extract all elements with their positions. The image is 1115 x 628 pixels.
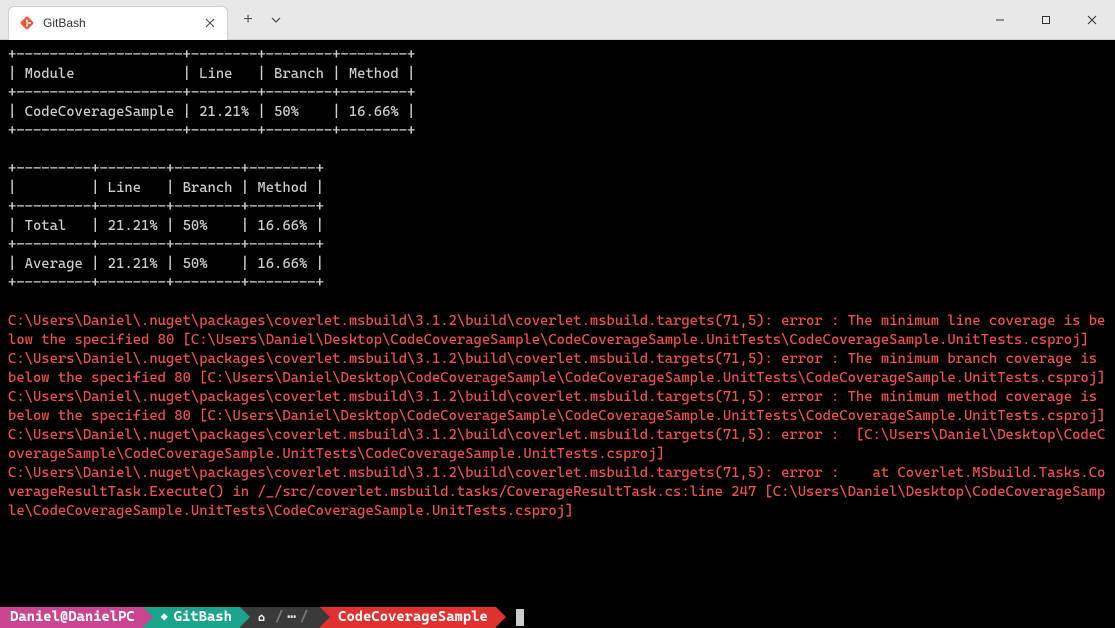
prompt-cwd: CodeCoverageSample	[320, 607, 496, 628]
prompt-user-host: Daniel@DanielPC	[0, 607, 143, 628]
error-line: C:\Users\Daniel\.nuget\packages\coverlet…	[8, 313, 1105, 348]
diamond-icon: ◆	[161, 608, 168, 627]
cursor	[516, 609, 524, 626]
error-line: C:\Users\Daniel\.nuget\packages\coverlet…	[8, 465, 1105, 519]
home-icon: ⌂	[258, 608, 265, 627]
terminal-output[interactable]: +--------------------+--------+--------+…	[0, 40, 1115, 628]
tab-dropdown-button[interactable]	[264, 6, 288, 34]
maximize-button[interactable]	[1023, 0, 1069, 40]
prompt-shell: ◆GitBash	[143, 607, 240, 628]
new-tab-button[interactable]: +	[234, 6, 262, 34]
title-bar: GitBash +	[0, 0, 1115, 40]
minimize-button[interactable]	[977, 0, 1023, 40]
tab-close-button[interactable]	[201, 13, 219, 33]
error-line: C:\Users\Daniel\.nuget\packages\coverlet…	[8, 427, 1105, 462]
coverage-table-module: +--------------------+--------+--------+…	[8, 47, 415, 139]
window-controls	[977, 0, 1115, 40]
git-icon	[19, 15, 35, 31]
coverage-table-summary: +---------+--------+--------+--------+ |…	[8, 161, 324, 291]
close-window-button[interactable]	[1069, 0, 1115, 40]
error-line: C:\Users\Daniel\.nuget\packages\coverlet…	[8, 389, 1105, 424]
error-line: C:\Users\Daniel\.nuget\packages\coverlet…	[8, 351, 1105, 386]
tab-gitbash[interactable]: GitBash	[8, 6, 228, 40]
tab-title: GitBash	[43, 16, 193, 30]
prompt-bar[interactable]: Daniel@DanielPC ◆GitBash ⌂/⋯/ CodeCovera…	[0, 607, 1115, 628]
prompt-path: ⌂/⋯/	[240, 607, 320, 628]
